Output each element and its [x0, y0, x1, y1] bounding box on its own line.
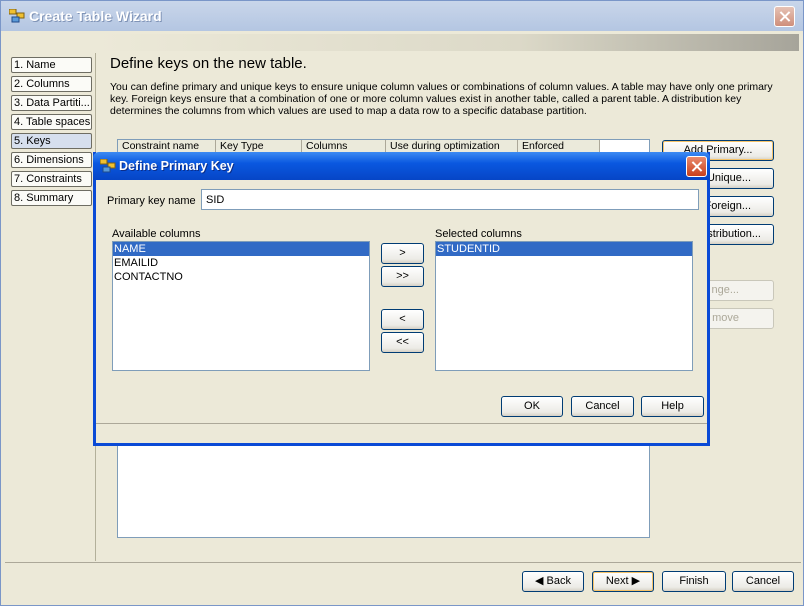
page-description: You can define primary and unique keys t… — [110, 81, 773, 117]
dialog-title: Define Primary Key — [119, 159, 234, 173]
back-button[interactable]: ◀ Back — [522, 571, 584, 592]
remove-all-columns-button[interactable]: << — [381, 332, 424, 353]
define-primary-key-dialog: Define Primary Key Primary key name Avai… — [93, 152, 710, 446]
remove-column-button[interactable]: < — [381, 309, 424, 330]
ok-button[interactable]: OK — [501, 396, 563, 417]
list-item[interactable]: STUDENTID — [436, 242, 692, 256]
dialog-title-bar: Define Primary Key — [93, 152, 710, 180]
step-name[interactable]: 1. Name — [11, 57, 92, 73]
step-dimensions[interactable]: 6. Dimensions — [11, 152, 92, 168]
step-data-partition[interactable]: 3. Data Partiti... — [11, 95, 92, 111]
step-constraints[interactable]: 7. Constraints — [11, 171, 92, 187]
add-all-columns-button[interactable]: >> — [381, 266, 424, 287]
available-columns-list[interactable]: NAME EMAILID CONTACTNO — [112, 241, 370, 371]
list-item[interactable]: NAME — [113, 242, 369, 256]
dialog-app-icon — [100, 159, 116, 173]
close-icon[interactable] — [774, 6, 795, 27]
wizard-app-icon — [9, 9, 25, 23]
step-table-spaces[interactable]: 4. Table spaces — [11, 114, 92, 130]
step-keys[interactable]: 5. Keys — [11, 133, 92, 149]
primary-key-name-label: Primary key name — [107, 195, 196, 207]
selected-columns-list[interactable]: STUDENTID — [435, 241, 693, 371]
header-band — [97, 34, 799, 51]
step-summary[interactable]: 8. Summary — [11, 190, 92, 206]
help-button[interactable]: Help — [641, 396, 704, 417]
dialog-close-icon[interactable] — [686, 156, 707, 177]
add-column-button[interactable]: > — [381, 243, 424, 264]
selected-columns-label: Selected columns — [435, 228, 522, 240]
list-item[interactable]: EMAILID — [113, 256, 369, 270]
steps-panel: 1. Name 2. Columns 3. Data Partiti... 4.… — [5, 53, 96, 561]
title-bar: Create Table Wizard — [1, 1, 803, 31]
list-item[interactable]: CONTACTNO — [113, 270, 369, 284]
available-columns-label: Available columns — [112, 228, 201, 240]
next-button[interactable]: Next ▶ — [592, 571, 654, 592]
window-title: Create Table Wizard — [29, 8, 162, 24]
step-columns[interactable]: 2. Columns — [11, 76, 92, 92]
page-title: Define keys on the new table. — [110, 55, 307, 72]
primary-key-name-input[interactable] — [201, 189, 699, 210]
dialog-footer-divider — [96, 423, 707, 424]
cancel-wizard-button[interactable]: Cancel — [732, 571, 794, 592]
footer-divider — [5, 562, 801, 563]
finish-button[interactable]: Finish — [662, 571, 726, 592]
cancel-button[interactable]: Cancel — [571, 396, 634, 417]
